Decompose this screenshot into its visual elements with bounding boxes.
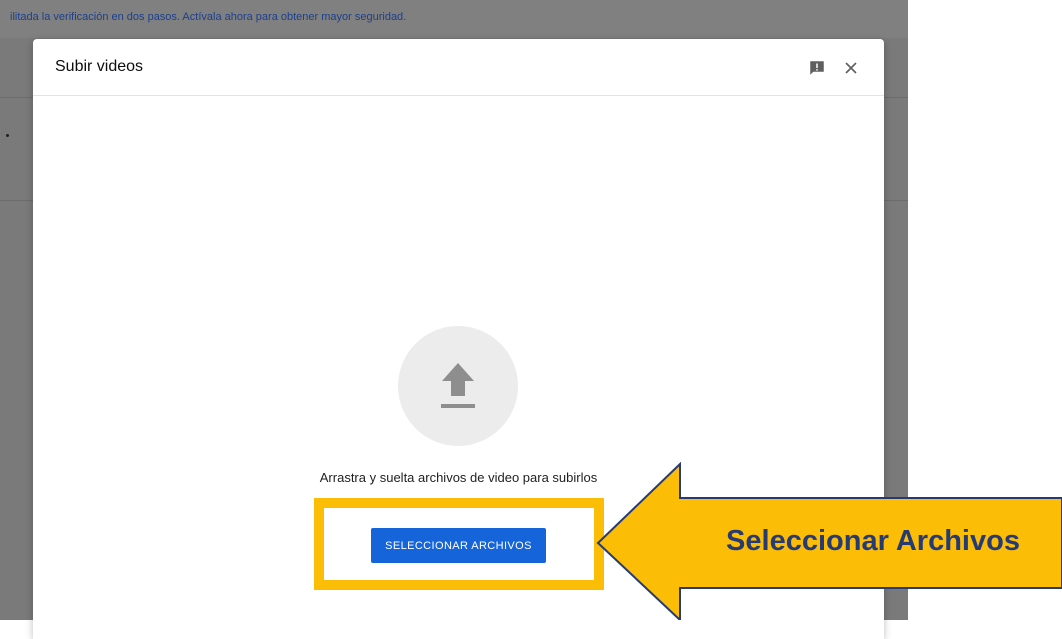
security-banner: ilitada la verificación en dos pasos. Ac… — [0, 0, 908, 38]
dialog-title: Subir videos — [55, 58, 144, 75]
upload-drop-area[interactable] — [398, 326, 518, 446]
security-banner-text[interactable]: ilitada la verificación en dos pasos. Ac… — [10, 11, 406, 23]
callout-highlight — [314, 498, 604, 590]
callout-label: Seleccionar Archivos — [726, 525, 1020, 557]
close-icon[interactable] — [841, 58, 861, 78]
upload-arrow-icon — [441, 363, 475, 408]
dialog-header: Subir videos — [33, 39, 884, 96]
background-dot — [6, 134, 9, 137]
feedback-icon[interactable] — [808, 59, 826, 77]
